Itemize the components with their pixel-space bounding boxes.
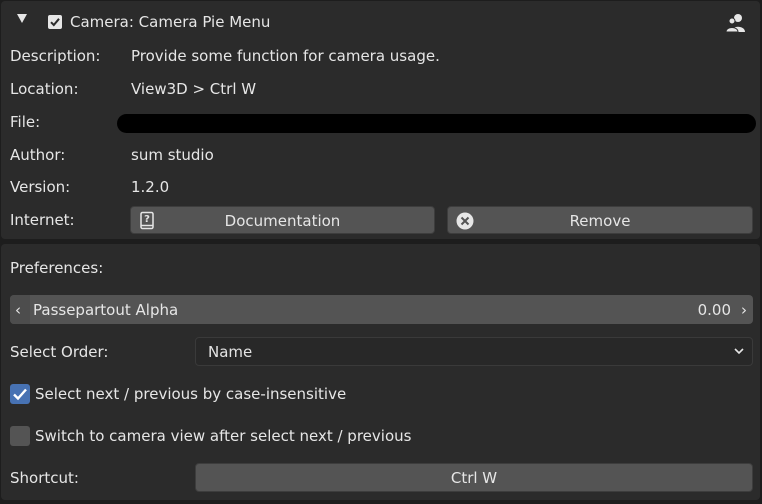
location-label: Location: xyxy=(10,80,79,98)
location-value: View3D > Ctrl W xyxy=(131,80,257,98)
preferences-panel xyxy=(1,244,760,500)
passepartout-value: 0.00 xyxy=(697,301,731,319)
select-order-value: Name xyxy=(208,343,253,361)
checkmark-icon xyxy=(13,388,27,401)
description-value: Provide some function for camera usage. xyxy=(131,47,440,65)
remove-button[interactable]: Remove xyxy=(447,206,753,234)
switch-camera-view-label[interactable]: Switch to camera view after select next … xyxy=(35,427,411,445)
preferences-title: Preferences: xyxy=(10,259,104,277)
shortcut-label: Shortcut: xyxy=(10,469,79,487)
shortcut-value: Ctrl W xyxy=(450,469,498,487)
remove-label: Remove xyxy=(569,212,631,230)
case-insensitive-label[interactable]: Select next / previous by case-insensiti… xyxy=(35,385,346,403)
checkmark-icon xyxy=(50,18,60,27)
select-order-label: Select Order: xyxy=(10,343,109,361)
author-label: Author: xyxy=(10,146,66,164)
internet-label: Internet: xyxy=(10,211,75,229)
expand-triangle-icon[interactable] xyxy=(17,14,27,23)
addon-title: Camera: Camera Pie Menu xyxy=(70,13,271,31)
chevron-down-icon xyxy=(732,344,746,362)
version-label: Version: xyxy=(10,178,71,196)
shortcut-button[interactable]: Ctrl W xyxy=(195,463,753,492)
description-label: Description: xyxy=(10,47,101,65)
users-icon[interactable] xyxy=(725,12,748,38)
documentation-label: Documentation xyxy=(224,212,341,230)
file-label: File: xyxy=(10,113,41,131)
switch-camera-view-checkbox[interactable] xyxy=(10,426,30,446)
file-path-redacted xyxy=(117,114,756,133)
passepartout-alpha-slider[interactable]: ‹ Passepartout Alpha 0.00 › xyxy=(10,295,753,324)
version-value: 1.2.0 xyxy=(131,178,170,196)
passepartout-label: Passepartout Alpha xyxy=(33,301,179,319)
select-order-dropdown[interactable]: Name xyxy=(195,337,753,366)
author-value: sum studio xyxy=(131,146,214,164)
addon-enable-checkbox[interactable] xyxy=(48,15,62,29)
case-insensitive-checkbox[interactable] xyxy=(10,384,30,404)
decrement-arrow-icon[interactable]: ‹ xyxy=(15,301,21,319)
documentation-button[interactable]: ? Documentation xyxy=(130,206,435,234)
increment-arrow-icon[interactable]: › xyxy=(741,301,747,319)
